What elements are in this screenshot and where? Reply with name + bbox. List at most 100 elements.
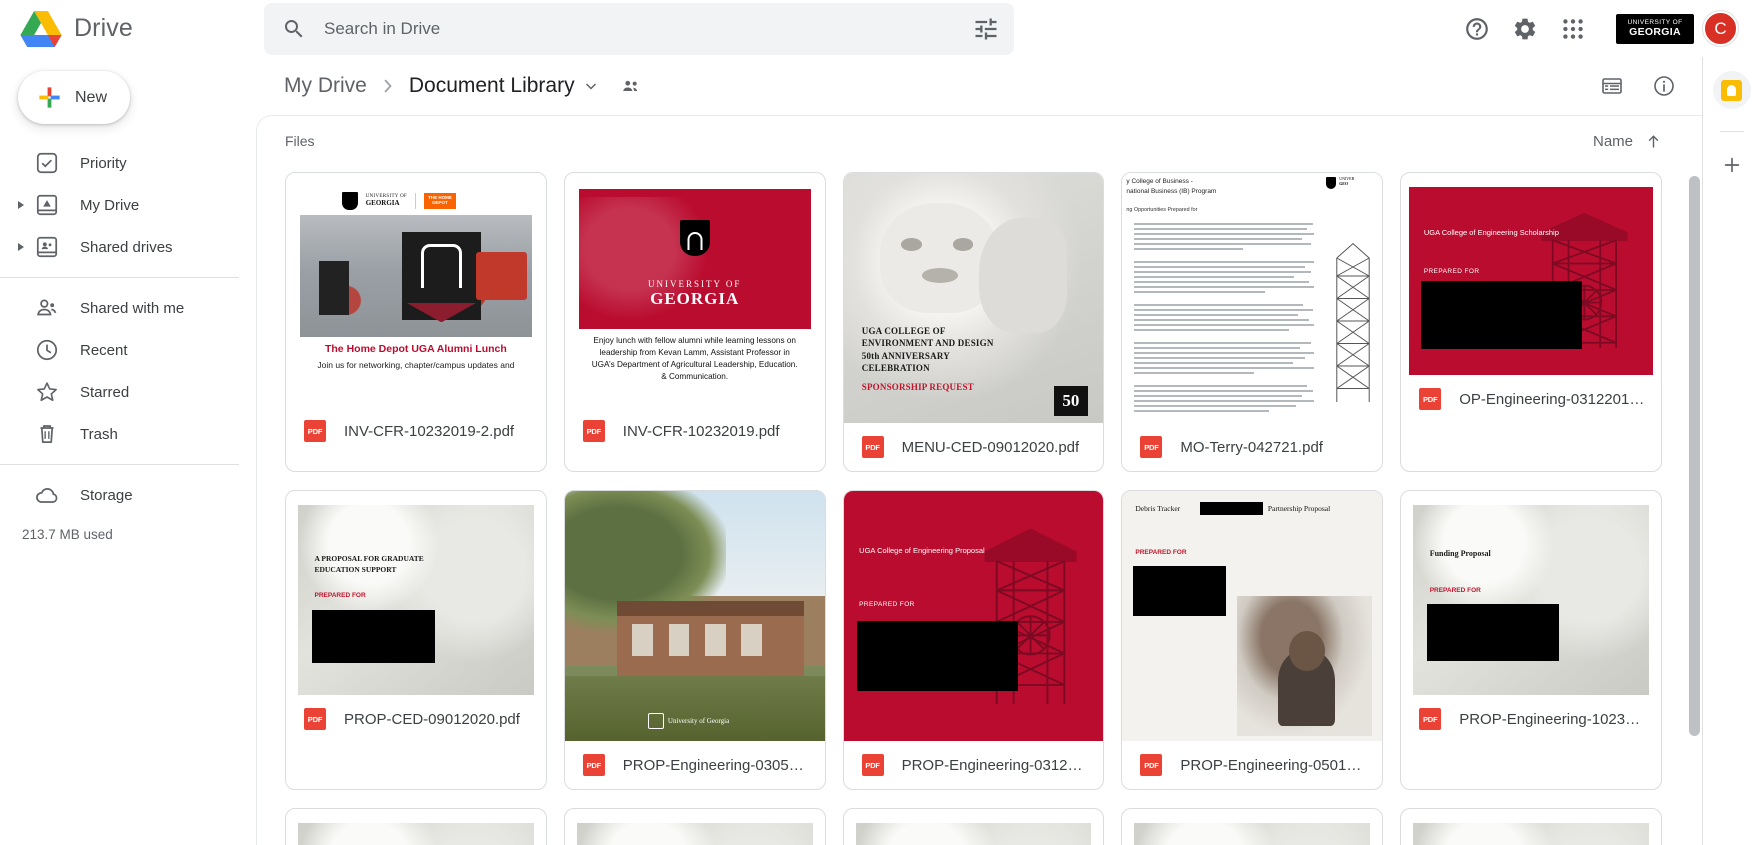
pdf-icon: PDF — [304, 420, 326, 442]
file-card[interactable]: OPPORTUNITIES FOR SUPPORTINGTHE UNIVERSI… — [285, 808, 547, 845]
sidebar-item-label: Shared drives — [80, 238, 173, 256]
sidebar-item-label: Recent — [80, 341, 128, 359]
file-name: PROP-CED-09012020.pdf — [344, 710, 520, 728]
main-content: My Drive Document Library Files Name UNI… — [256, 57, 1702, 845]
file-thumbnail: Funding Proposal PREPARED FOR — [1413, 505, 1649, 695]
sidebar-item-label: My Drive — [80, 196, 140, 214]
avatar[interactable]: C — [1703, 11, 1738, 46]
file-name: MO-Terry-042721.pdf — [1180, 438, 1323, 456]
sidebar-item-priority[interactable]: Priority — [0, 142, 246, 184]
file-card-footer: PDF INV-CFR-10232019-2.pdf — [286, 407, 546, 455]
apps-grid-icon[interactable] — [1560, 16, 1586, 42]
clock-icon — [36, 339, 58, 361]
drive-logo-icon — [20, 10, 62, 47]
storage-used-text: 213.7 MB used — [22, 527, 113, 542]
brand[interactable]: Drive — [0, 10, 264, 47]
sidebar-divider-1 — [0, 277, 239, 278]
account-chip[interactable]: UNIVERSITY OF GEORGIA C — [1616, 11, 1738, 46]
sidebar-item-trash[interactable]: Trash — [0, 413, 246, 455]
uga-badge-line2: GEORGIA — [1629, 25, 1681, 38]
file-thumbnail: A PROPOSAL FOR GRADUATE EDUCATION SUPPORT… — [298, 505, 534, 695]
file-card[interactable]: University of Georgia PDF PROP-Engineeri… — [563, 490, 826, 790]
file-name: PROP-Engineering-0501201… — [1180, 756, 1367, 774]
pdf-icon: PDF — [861, 436, 884, 458]
rail-divider — [1719, 131, 1744, 132]
sidebar-item-label: Storage — [80, 486, 133, 504]
sidebar-item-my-drive[interactable]: My Drive — [0, 184, 246, 226]
chevron-down-icon[interactable] — [584, 79, 598, 93]
file-card[interactable]: Creating the PublixPharmDawgs EndowedSch… — [842, 808, 1105, 845]
file-card[interactable]: PROPOSAL PREPARED FOR PDF — [1121, 808, 1384, 845]
file-thumbnail: Debris Tracker Partnership Proposal PREP… — [1122, 491, 1383, 741]
file-card-footer: PDF MO-Terry-042721.pdf — [1122, 423, 1382, 471]
sidebar-divider-2 — [0, 464, 239, 465]
file-thumbnail: UGA COLLEGE OF ENVIRONMENT AND DESIGN 50… — [843, 173, 1104, 423]
content-scrollbar[interactable] — [1689, 176, 1700, 845]
search-area — [264, 2, 1014, 55]
file-card[interactable]: PDF — [563, 808, 826, 845]
sidebar-item-shared-drives[interactable]: Shared drives — [0, 226, 246, 268]
sidebar-item-label: Shared with me — [80, 299, 185, 317]
help-circle-icon[interactable] — [1464, 16, 1490, 42]
gear-icon[interactable] — [1512, 16, 1538, 42]
sidebar: New Priority My Drive Shared drives Shar… — [0, 57, 256, 845]
sidebar-item-recent[interactable]: Recent — [0, 329, 246, 371]
breadcrumb: My Drive Document Library — [256, 57, 1702, 115]
search-box[interactable] — [264, 2, 1014, 55]
sort-label: Name — [1592, 132, 1633, 150]
file-name: INV-CFR-10232019.pdf — [622, 422, 780, 440]
keep-bulb-icon — [1721, 79, 1742, 101]
breadcrumb-root[interactable]: My Drive — [284, 74, 367, 98]
file-thumbnail: PROPOSAL PREPARED FOR — [1134, 823, 1371, 845]
sort-control[interactable]: Name — [1593, 133, 1662, 150]
app-body: New Priority My Drive Shared drives Shar… — [0, 57, 1760, 845]
expand-caret-shared-drives[interactable] — [10, 242, 32, 252]
breadcrumb-current[interactable]: Document Library — [409, 74, 575, 98]
breadcrumb-actions — [1600, 74, 1676, 98]
chevron-right-icon — [380, 78, 396, 94]
uga-badge: UNIVERSITY OF GEORGIA — [1616, 13, 1694, 44]
file-card[interactable]: UGA College of Engineering Scholarship P… — [1400, 172, 1662, 472]
star-icon — [37, 382, 57, 402]
pdf-icon: PDF — [1419, 708, 1442, 730]
file-card[interactable]: Debris Tracker Partnership Proposal PREP… — [1121, 490, 1384, 790]
sidebar-item-shared-with-me[interactable]: Shared with me — [0, 287, 246, 329]
plus-icon — [39, 87, 60, 108]
scrollbar-thumb[interactable] — [1689, 176, 1700, 736]
sidebar-item-starred[interactable]: Starred — [0, 371, 246, 413]
new-button[interactable]: New — [18, 71, 130, 124]
file-card[interactable]: Funding Proposal PREPARED FOR PDF PROP-E… — [1400, 490, 1662, 790]
file-thumbnail: UNIVERSITY OF GEORGIA THE HOME DEPOT The… — [300, 189, 532, 407]
file-thumbnail: UNIVERSITY OF GEORGIA Enjoy lunch with f… — [578, 189, 811, 407]
file-card-footer: PDF PROP-Engineering-0501201… — [1122, 741, 1382, 789]
file-card[interactable]: UGA COLLEGE OF ENVIRONMENT AND DESIGN 50… — [842, 172, 1105, 472]
add-addon-icon[interactable] — [1721, 154, 1743, 176]
pdf-icon: PDF — [304, 708, 326, 730]
expand-caret-my-drive[interactable] — [10, 200, 32, 210]
pdf-icon: PDF — [582, 420, 605, 442]
keep-button[interactable] — [1712, 71, 1751, 109]
files-scroll-area[interactable]: Files Name UNIVERSITY OF GEORGIA THE HOM… — [256, 115, 1702, 845]
file-thumbnail: Proposal for Support: PREPARED FOR — [1413, 823, 1649, 845]
files-grid: UNIVERSITY OF GEORGIA THE HOME DEPOT The… — [257, 166, 1702, 845]
people-shared-icon[interactable] — [620, 75, 642, 97]
info-icon[interactable] — [1652, 74, 1676, 98]
file-name: INV-CFR-10232019-2.pdf — [344, 422, 515, 440]
pdf-icon: PDF — [861, 754, 884, 776]
file-card[interactable]: UNIVERSITY OF GEORGIA THE HOME DEPOT The… — [285, 172, 547, 472]
file-card[interactable]: Proposal for Support: PREPARED FOR PDF — [1400, 808, 1662, 845]
file-card[interactable]: A PROPOSAL FOR GRADUATE EDUCATION SUPPORT… — [285, 490, 547, 790]
new-button-label: New — [75, 88, 108, 106]
list-view-icon[interactable] — [1600, 74, 1624, 98]
arrow-up-icon — [1648, 134, 1659, 148]
sidebar-nav-secondary: Shared with me Recent Starred Trash — [0, 287, 256, 455]
tune-icon[interactable] — [972, 15, 1000, 43]
file-card[interactable]: y College of Business - national Busines… — [1121, 172, 1384, 472]
sidebar-item-storage[interactable]: Storage — [0, 474, 246, 516]
file-card[interactable]: UGA College of Engineering Proposal PREP… — [842, 490, 1105, 790]
search-input[interactable] — [324, 18, 954, 39]
people-icon — [37, 299, 57, 316]
file-name: OP-Engineering-03122019.pdf — [1459, 390, 1645, 408]
file-card[interactable]: UNIVERSITY OF GEORGIA Enjoy lunch with f… — [563, 172, 826, 472]
file-thumbnail: Creating the PublixPharmDawgs EndowedSch… — [855, 823, 1092, 845]
